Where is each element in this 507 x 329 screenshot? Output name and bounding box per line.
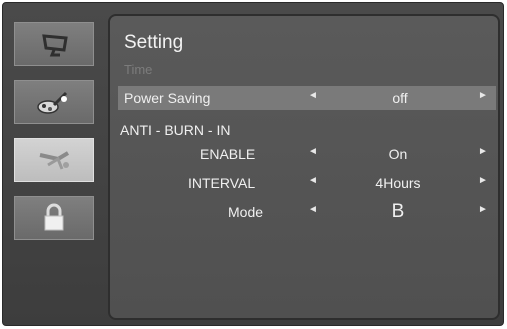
enable-right-arrow-icon[interactable]: ►	[478, 146, 488, 157]
mode-label: Mode	[228, 204, 264, 220]
lock-icon	[44, 203, 64, 231]
color-brush-icon	[37, 91, 68, 114]
mode-row[interactable]: Mode ◄ B ►	[118, 200, 496, 224]
enable-value: On	[388, 146, 408, 162]
power-saving-right-arrow-icon[interactable]: ►	[478, 90, 488, 101]
enable-label: ENABLE	[200, 146, 256, 162]
interval-value: 4Hours	[375, 175, 421, 191]
settings-panel	[108, 14, 500, 320]
interval-row[interactable]: INTERVAL ◄ 4Hours ►	[118, 171, 496, 195]
sidebar-item-setting[interactable]	[14, 138, 94, 182]
enable-left-arrow-icon[interactable]: ◄	[308, 146, 318, 157]
power-saving-value: off	[392, 90, 408, 106]
sidebar-item-color[interactable]	[14, 80, 94, 124]
tools-icon	[39, 151, 70, 170]
interval-right-arrow-icon[interactable]: ►	[478, 175, 488, 186]
sidebar-item-picture[interactable]	[14, 22, 94, 66]
enable-row[interactable]: ENABLE ◄ On ►	[118, 142, 496, 166]
monitor-icon	[42, 34, 68, 57]
mode-left-arrow-icon[interactable]: ◄	[308, 204, 318, 215]
power-saving-label: Power Saving	[124, 90, 211, 106]
power-saving-left-arrow-icon[interactable]: ◄	[308, 90, 318, 101]
page-title: Setting	[124, 32, 184, 53]
menu-item-time[interactable]: Time	[124, 62, 152, 77]
mode-value: B	[391, 201, 405, 222]
anti-burn-in-heading: ANTI - BURN - IN	[120, 122, 231, 138]
mode-right-arrow-icon[interactable]: ►	[478, 204, 488, 215]
interval-label: INTERVAL	[188, 175, 256, 191]
power-saving-row[interactable]: Power Saving ◄ off ►	[118, 86, 496, 110]
interval-left-arrow-icon[interactable]: ◄	[308, 175, 318, 186]
sidebar-item-lock[interactable]	[14, 196, 94, 240]
